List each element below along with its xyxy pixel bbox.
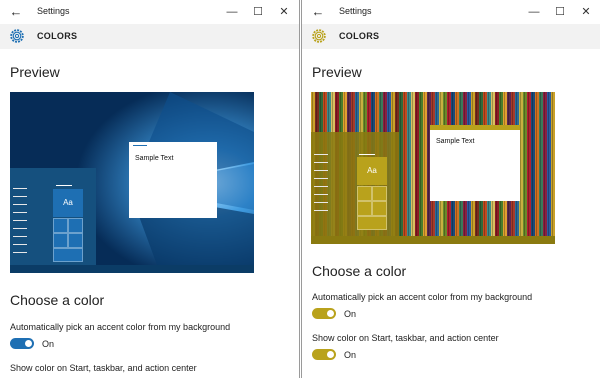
start-rail-line	[314, 162, 328, 163]
start-menu-preview: Aa	[10, 168, 96, 265]
start-tile	[357, 201, 372, 216]
start-tile	[357, 186, 372, 201]
start-rail-line	[13, 204, 27, 205]
yarn-stripe-shadow	[524, 92, 525, 244]
start-tile	[53, 248, 83, 262]
show-color-state: On	[344, 350, 357, 360]
yarn-stripe-shadow	[532, 92, 533, 244]
settings-window-right: ← Settings — ☐ ✕ COLORS Preview Aa Sampl…	[301, 0, 600, 378]
start-rail-line	[13, 244, 27, 245]
yarn-stripe-shadow	[548, 92, 549, 244]
start-rail-line	[314, 202, 328, 203]
settings-window-left: ← Settings — ☐ ✕ COLORS Preview Aa Sampl…	[0, 0, 300, 378]
minimize-icon[interactable]: —	[523, 2, 545, 22]
sample-text: Sample Text	[135, 155, 174, 162]
yarn-stripe-shadow	[540, 92, 541, 244]
title-bar: ← Settings — ☐ ✕	[302, 0, 600, 24]
yarn-stripe-shadow	[528, 92, 529, 244]
show-color-label: Show color on Start, taskbar, and action…	[10, 363, 197, 373]
start-rail-line	[13, 188, 27, 189]
page-header: COLORS	[0, 24, 299, 49]
yarn-stripe-shadow	[420, 92, 421, 244]
start-rail-line	[314, 170, 328, 171]
start-rail-line	[314, 210, 328, 211]
auto-accent-toggle[interactable]	[10, 338, 34, 349]
maximize-icon[interactable]: ☐	[247, 2, 269, 22]
start-accent-line	[359, 154, 375, 155]
yarn-stripe-shadow	[404, 92, 405, 244]
show-color-toggle[interactable]	[312, 349, 336, 360]
start-tile	[68, 233, 83, 248]
preview-image: Aa Sample Text	[10, 92, 254, 273]
yarn-stripe-shadow	[536, 92, 537, 244]
back-arrow-icon[interactable]: ←	[6, 3, 26, 21]
toggle-knob	[25, 340, 32, 347]
sample-window-accent	[133, 145, 147, 146]
start-rail-line	[314, 194, 328, 195]
sample-window: Sample Text	[430, 125, 520, 201]
sample-window-titlebar	[430, 125, 520, 130]
start-rail-line	[314, 154, 328, 155]
start-tile	[53, 233, 68, 248]
taskbar-preview	[311, 236, 555, 244]
minimize-icon[interactable]: —	[221, 2, 243, 22]
start-rail-line	[13, 252, 27, 253]
yarn-stripe-shadow	[552, 92, 553, 244]
yarn-stripe-shadow	[400, 92, 401, 244]
choose-color-heading: Choose a color	[10, 292, 105, 308]
start-tile-aa: Aa	[357, 157, 387, 185]
auto-accent-label: Automatically pick an accent color from …	[312, 292, 533, 302]
start-rail-line	[314, 178, 328, 179]
yarn-stripe-shadow	[520, 92, 521, 244]
yarn-stripe-shadow	[428, 92, 429, 244]
preview-heading: Preview	[10, 64, 60, 80]
start-tile	[372, 201, 387, 216]
preview-image: Aa Sample Text	[311, 92, 555, 244]
close-icon[interactable]: ✕	[575, 2, 597, 22]
yarn-stripe-shadow	[408, 92, 409, 244]
preview-heading: Preview	[312, 64, 362, 80]
yarn-stripe-shadow	[416, 92, 417, 244]
start-tile	[372, 186, 387, 201]
title-bar: ← Settings — ☐ ✕	[0, 0, 299, 24]
yarn-stripe-shadow	[544, 92, 545, 244]
sample-window: Sample Text	[129, 142, 217, 218]
start-menu-preview: Aa	[311, 132, 399, 236]
window-title: Settings	[37, 6, 70, 16]
start-tile	[68, 218, 83, 233]
start-rail-line	[314, 186, 328, 187]
auto-accent-label: Automatically pick an accent color from …	[10, 322, 231, 332]
start-tile	[357, 216, 387, 230]
gear-icon	[312, 29, 326, 43]
show-color-label: Show color on Start, taskbar, and action…	[312, 333, 499, 343]
back-arrow-icon[interactable]: ←	[308, 3, 328, 21]
start-rail-line	[13, 236, 27, 237]
close-icon[interactable]: ✕	[273, 2, 295, 22]
page-title: COLORS	[37, 31, 78, 41]
start-rail-line	[13, 228, 27, 229]
start-accent-line	[56, 185, 72, 186]
yarn-stripe-shadow	[424, 92, 425, 244]
start-rail-line	[13, 220, 27, 221]
auto-accent-state: On	[42, 339, 55, 349]
maximize-icon[interactable]: ☐	[549, 2, 571, 22]
toggle-knob	[327, 351, 334, 358]
auto-accent-toggle[interactable]	[312, 308, 336, 319]
sample-text: Sample Text	[436, 138, 475, 145]
yarn-stripe-shadow	[412, 92, 413, 244]
start-rail-line	[13, 196, 27, 197]
choose-color-heading: Choose a color	[312, 263, 407, 279]
start-rail-line	[13, 212, 27, 213]
auto-accent-state: On	[344, 309, 357, 319]
toggle-knob	[327, 310, 334, 317]
page-header: COLORS	[302, 24, 600, 49]
window-title: Settings	[339, 6, 372, 16]
gear-icon	[10, 29, 24, 43]
start-tile	[53, 218, 68, 233]
page-title: COLORS	[339, 31, 380, 41]
start-tile-aa: Aa	[53, 189, 83, 217]
